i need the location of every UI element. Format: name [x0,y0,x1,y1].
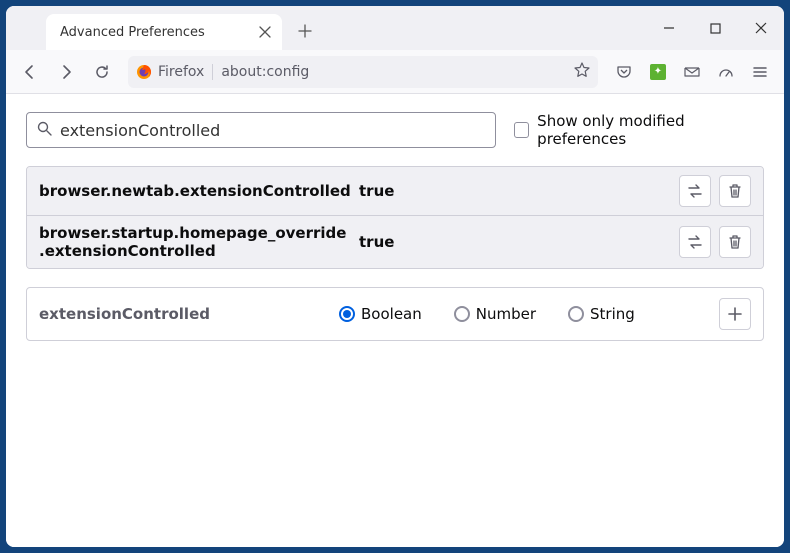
radio-number[interactable]: Number [454,305,536,323]
pref-actions [679,175,751,207]
radio-icon [339,306,355,322]
maximize-button[interactable] [692,6,738,50]
radio-boolean[interactable]: Boolean [339,305,422,323]
type-radio-group: Boolean Number String [339,305,719,323]
delete-button[interactable] [719,175,751,207]
hamburger-menu-icon[interactable] [744,56,776,88]
pref-row[interactable]: browser.newtab.extensionControlled true [27,167,763,215]
new-tab-button[interactable] [290,16,320,46]
pref-name: browser.startup.homepage_override.extens… [39,224,359,260]
back-button[interactable] [14,56,46,88]
pocket-icon[interactable] [608,56,640,88]
pref-actions [679,226,751,258]
about-config-content: Show only modified preferences browser.n… [6,94,784,547]
toggle-button[interactable] [679,175,711,207]
add-pref-button[interactable] [719,298,751,330]
pref-search-input[interactable] [60,121,485,140]
search-icon [37,121,52,140]
radio-icon [454,306,470,322]
close-window-button[interactable] [738,6,784,50]
prefs-list: browser.newtab.extensionControlled true … [26,166,764,269]
radio-string[interactable]: String [568,305,635,323]
reload-button[interactable] [86,56,118,88]
new-pref-name: extensionControlled [39,305,339,323]
window-controls [646,6,784,50]
new-pref-row: extensionControlled Boolean Number Strin… [26,287,764,341]
pref-row[interactable]: browser.startup.homepage_override.extens… [27,215,763,268]
delete-button[interactable] [719,226,751,258]
identity-label: Firefox [158,64,213,80]
toggle-button[interactable] [679,226,711,258]
tab-title: Advanced Preferences [60,25,256,40]
titlebar: Advanced Preferences [6,6,784,50]
pref-value: true [359,182,679,200]
dashboard-icon[interactable] [710,56,742,88]
checkbox-icon[interactable] [514,122,529,138]
url-text: about:config [213,64,574,80]
search-row: Show only modified preferences [26,112,764,148]
pref-value: true [359,233,679,251]
pref-name: browser.newtab.extensionControlled [39,182,359,200]
radio-icon [568,306,584,322]
minimize-button[interactable] [646,6,692,50]
pref-search-box[interactable] [26,112,496,148]
browser-window: Advanced Preferences Firefox about:confi… [6,6,784,547]
evernote-icon[interactable]: ✦ [642,56,674,88]
close-tab-icon[interactable] [256,23,274,41]
address-bar[interactable]: Firefox about:config [128,56,598,88]
mail-icon[interactable] [676,56,708,88]
browser-tab[interactable]: Advanced Preferences [46,14,282,50]
forward-button[interactable] [50,56,82,88]
modified-only-label: Show only modified preferences [537,112,764,148]
firefox-logo-icon [136,64,152,80]
modified-only-toggle[interactable]: Show only modified preferences [514,112,764,148]
toolbar-icons: ✦ [608,56,776,88]
nav-toolbar: Firefox about:config ✦ [6,50,784,94]
bookmark-star-icon[interactable] [574,62,590,82]
